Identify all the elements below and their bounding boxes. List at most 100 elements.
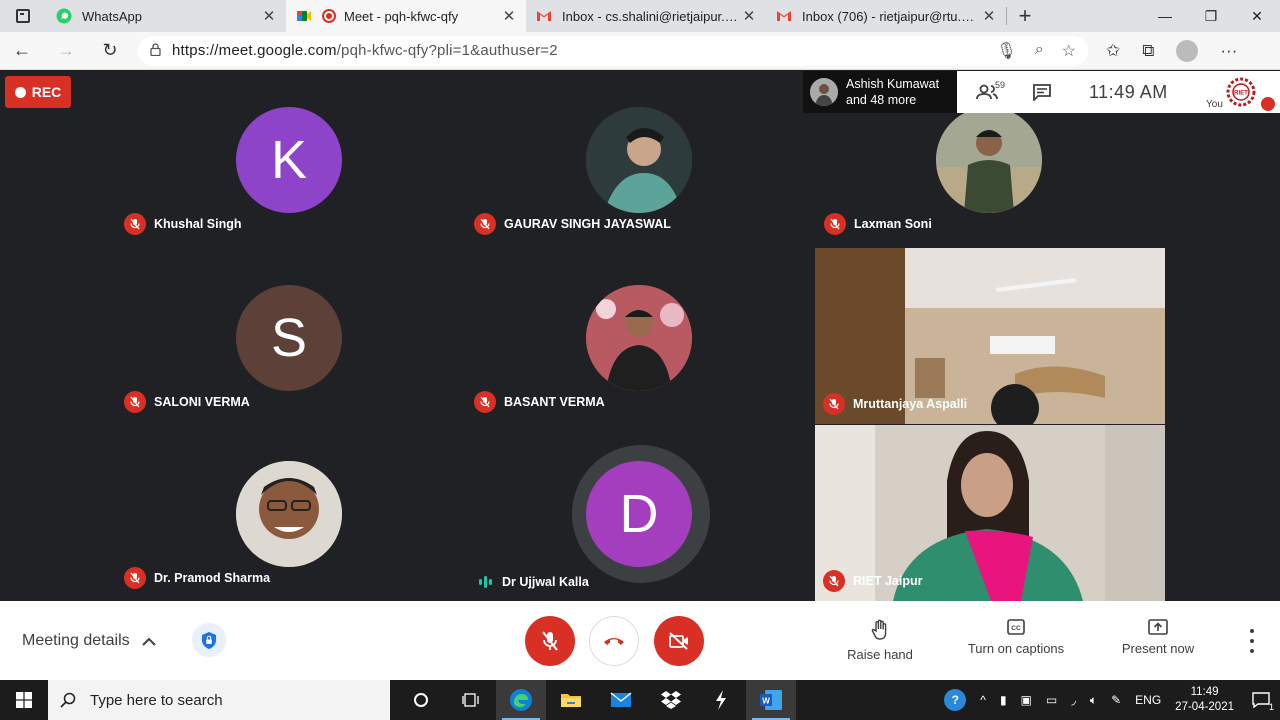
close-tab-icon[interactable]: ✕: [740, 7, 758, 25]
mic-off-icon: [823, 570, 845, 592]
mic-off-icon: [474, 391, 496, 413]
notifications-icon[interactable]: 1: [1248, 690, 1274, 712]
svg-text:W: W: [762, 697, 770, 706]
taskbar-file-explorer[interactable]: [546, 680, 596, 720]
close-tab-icon[interactable]: ✕: [980, 7, 998, 25]
presence-chip[interactable]: Ashish Kumawat and 48 more: [803, 71, 957, 113]
participant-video-tile[interactable]: Mruttanjaya Aspalli: [815, 248, 1165, 424]
taskbar-word[interactable]: W: [746, 680, 796, 720]
cortana-button[interactable]: [396, 680, 446, 720]
browser-tab-strip: WhatsApp ✕ Meet - pqh-kfwc-qfy ✕ Inbox -…: [0, 0, 1280, 32]
recording-indicator-icon: [322, 9, 336, 23]
present-now-button[interactable]: Present now: [1098, 619, 1218, 656]
antivirus-icon[interactable]: ▣: [1021, 693, 1032, 707]
captions-button[interactable]: CC Turn on captions: [956, 619, 1076, 656]
tab-meet[interactable]: Meet - pqh-kfwc-qfy ✕: [286, 0, 526, 32]
participant-grid: K Khushal Singh GAURAV SINGH JAYASWAL La…: [116, 71, 1166, 601]
chevron-up-icon[interactable]: ^: [980, 693, 986, 707]
help-icon[interactable]: ?: [944, 689, 967, 711]
people-button[interactable]: 59: [957, 80, 1017, 100]
google-meet-icon: [296, 8, 312, 24]
participant-tile[interactable]: GAURAV SINGH JAYASWAL: [466, 71, 812, 245]
mic-toggle-button[interactable]: [525, 616, 575, 666]
close-tab-icon[interactable]: ✕: [500, 7, 518, 25]
participant-label: BASANT VERMA: [474, 391, 605, 413]
participant-tile[interactable]: Dr. Pramod Sharma: [116, 425, 462, 599]
captions-icon: CC: [1007, 619, 1025, 635]
camera-toggle-button[interactable]: [654, 616, 704, 666]
raise-hand-button[interactable]: Raise hand: [820, 619, 940, 662]
url-text[interactable]: https://meet.google.com/pqh-kfwc-qfy?pli…: [172, 42, 996, 59]
lock-icon[interactable]: [150, 42, 172, 59]
chat-button[interactable]: [1017, 83, 1067, 101]
profile-avatar[interactable]: [1176, 39, 1199, 62]
volume-icon[interactable]: 🔈︎: [1090, 693, 1097, 708]
favorites-icon[interactable]: ✩: [1106, 41, 1120, 61]
close-tab-icon[interactable]: ✕: [260, 7, 278, 25]
pen-icon[interactable]: ✎: [1111, 693, 1121, 707]
tab-title: Meet - pqh-kfwc-qfy: [344, 8, 459, 24]
host-controls-button[interactable]: [192, 623, 226, 657]
new-tab-button[interactable]: +: [1007, 0, 1043, 32]
maximize-button[interactable]: ❐: [1188, 0, 1234, 32]
language-indicator[interactable]: ENG: [1135, 693, 1161, 707]
hang-up-icon: [604, 638, 624, 645]
mic-off-icon: [474, 213, 496, 235]
present-label: Present now: [1121, 641, 1195, 656]
participant-tile[interactable]: BASANT VERMA: [466, 249, 812, 423]
cortana-icon: [414, 693, 428, 707]
search-placeholder: Type here to search: [90, 691, 223, 709]
task-view-icon: [462, 693, 479, 707]
svg-text:CC: CC: [1011, 625, 1021, 632]
tab-inbox-cs[interactable]: Inbox - cs.shalini@rietjaipur.ac.in ✕: [526, 0, 766, 32]
self-view[interactable]: You RIET: [1204, 77, 1280, 115]
add-favorite-icon[interactable]: ☆: [1062, 41, 1076, 61]
microphone-icon[interactable]: 🎙︎: [996, 41, 1016, 61]
taskbar-dropbox[interactable]: [646, 680, 696, 720]
minimize-button[interactable]: —: [1142, 0, 1188, 32]
tab-whatsapp[interactable]: WhatsApp ✕: [46, 0, 286, 32]
leave-call-button[interactable]: [589, 616, 639, 666]
taskbar-search[interactable]: Type here to search: [48, 680, 390, 720]
taskbar-edge[interactable]: [496, 680, 546, 720]
start-button[interactable]: [0, 680, 48, 720]
participant-name: GAURAV SINGH JAYASWAL: [504, 217, 671, 231]
usb-icon[interactable]: ▮: [1000, 693, 1007, 707]
window-controls: — ❐ ✕: [1142, 0, 1280, 32]
task-view-button[interactable]: [446, 680, 496, 720]
forward-button[interactable]: →: [44, 32, 88, 70]
settings-more-icon[interactable]: ···: [1220, 41, 1237, 61]
lightning-app-icon: [716, 690, 726, 710]
more-options-button[interactable]: [1244, 629, 1260, 653]
camera-off-icon: [669, 632, 688, 650]
mic-off-icon: [124, 391, 146, 413]
back-button[interactable]: ←: [0, 32, 44, 70]
presence-name: Ashish Kumawat: [846, 77, 940, 91]
taskbar-clock[interactable]: 11:49 27-04-2021: [1175, 685, 1234, 715]
address-bar[interactable]: https://meet.google.com/pqh-kfwc-qfy?pli…: [138, 35, 1088, 66]
reload-button[interactable]: ↻: [88, 32, 132, 70]
close-window-button[interactable]: ✕: [1234, 0, 1280, 32]
participant-photo: [586, 285, 692, 391]
participant-label: Mruttanjaya Aspalli: [823, 393, 967, 415]
participant-tile[interactable]: D Dr Ujjwal Kalla: [466, 425, 812, 599]
meeting-details-button[interactable]: Meeting details: [22, 632, 156, 650]
tab-title: WhatsApp: [82, 8, 142, 24]
participant-video-tile[interactable]: RIET Jaipur: [815, 425, 1165, 601]
zoom-icon[interactable]: ⌕: [1035, 41, 1044, 61]
participant-tile[interactable]: S SALONI VERMA: [116, 249, 462, 423]
mic-off-icon: [542, 631, 558, 651]
whatsapp-icon: [56, 8, 72, 24]
tab-actions-icon[interactable]: [0, 0, 46, 32]
battery-icon[interactable]: ▭: [1046, 693, 1057, 707]
taskbar-app[interactable]: [696, 680, 746, 720]
taskbar-mail[interactable]: [596, 680, 646, 720]
wifi-icon[interactable]: ◞: [1071, 693, 1076, 707]
participant-tile[interactable]: K Khushal Singh: [116, 71, 462, 245]
folder-icon: [561, 694, 581, 707]
collections-icon[interactable]: ⧉: [1142, 41, 1154, 61]
participant-name: SALONI VERMA: [154, 395, 250, 409]
mic-off-icon: [124, 213, 146, 235]
participant-label: Dr Ujjwal Kalla: [474, 575, 589, 589]
tab-inbox-riet[interactable]: Inbox (706) - rietjaipur@rtu.ac.in ✕: [766, 0, 1006, 32]
